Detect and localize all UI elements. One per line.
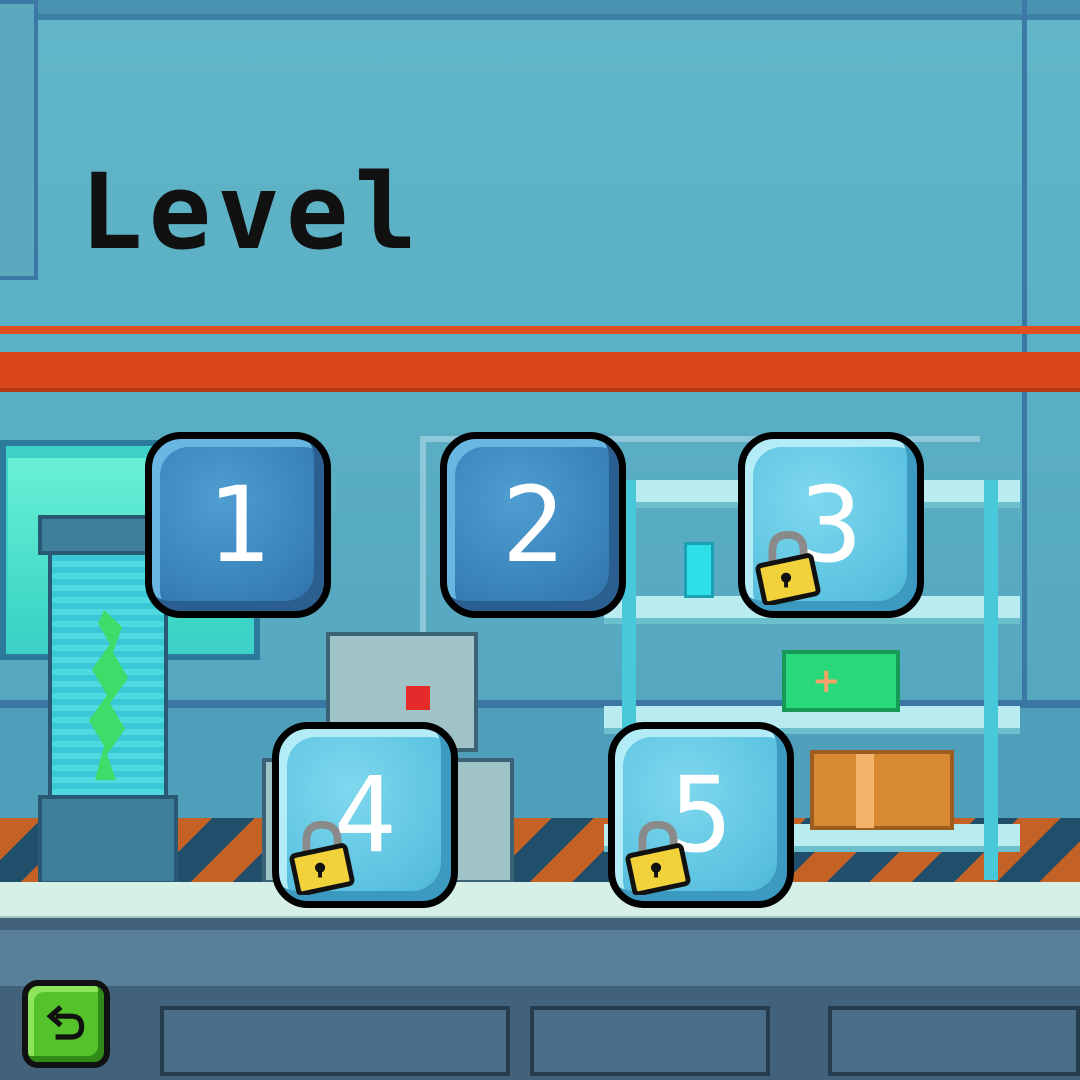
page-title: Level <box>80 151 424 273</box>
medkit-icon: + <box>782 650 900 712</box>
desk-panel <box>160 1006 510 1076</box>
padlock-icon <box>625 820 691 895</box>
back-button[interactable] <box>22 980 110 1068</box>
level-5-button[interactable]: 5 <box>608 722 794 908</box>
box-tape <box>856 754 874 828</box>
lab-counter-top <box>0 882 1080 920</box>
desk-panel <box>530 1006 770 1076</box>
orange-stripe-shadow <box>0 388 1080 392</box>
cardboard-box-icon <box>810 750 954 830</box>
desk-panel <box>828 1006 1080 1076</box>
level-2-button[interactable]: 2 <box>440 432 626 618</box>
level-number: 2 <box>501 464 565 586</box>
undo-arrow-icon <box>46 1005 85 1040</box>
level-4-button[interactable]: 4 <box>272 722 458 908</box>
bottle-icon <box>684 542 714 598</box>
level-1-button[interactable]: 1 <box>145 432 331 618</box>
wall-panel-left <box>0 0 38 280</box>
shelf-post-right <box>984 480 998 880</box>
cabinet-red-light <box>406 686 430 710</box>
padlock-icon <box>289 820 355 895</box>
wall-top-trim <box>0 0 1080 14</box>
padlock-icon <box>755 530 821 605</box>
specimen-tube-base <box>38 795 178 885</box>
level-number: 1 <box>206 464 270 586</box>
lab-desk-band <box>0 930 1080 986</box>
medkit-cross-icon: + <box>812 661 841 701</box>
wall-top-line <box>0 14 1080 20</box>
orange-stripe-thick <box>0 352 1080 390</box>
orange-stripe-thin <box>0 326 1080 334</box>
level-3-button[interactable]: 3 <box>738 432 924 618</box>
